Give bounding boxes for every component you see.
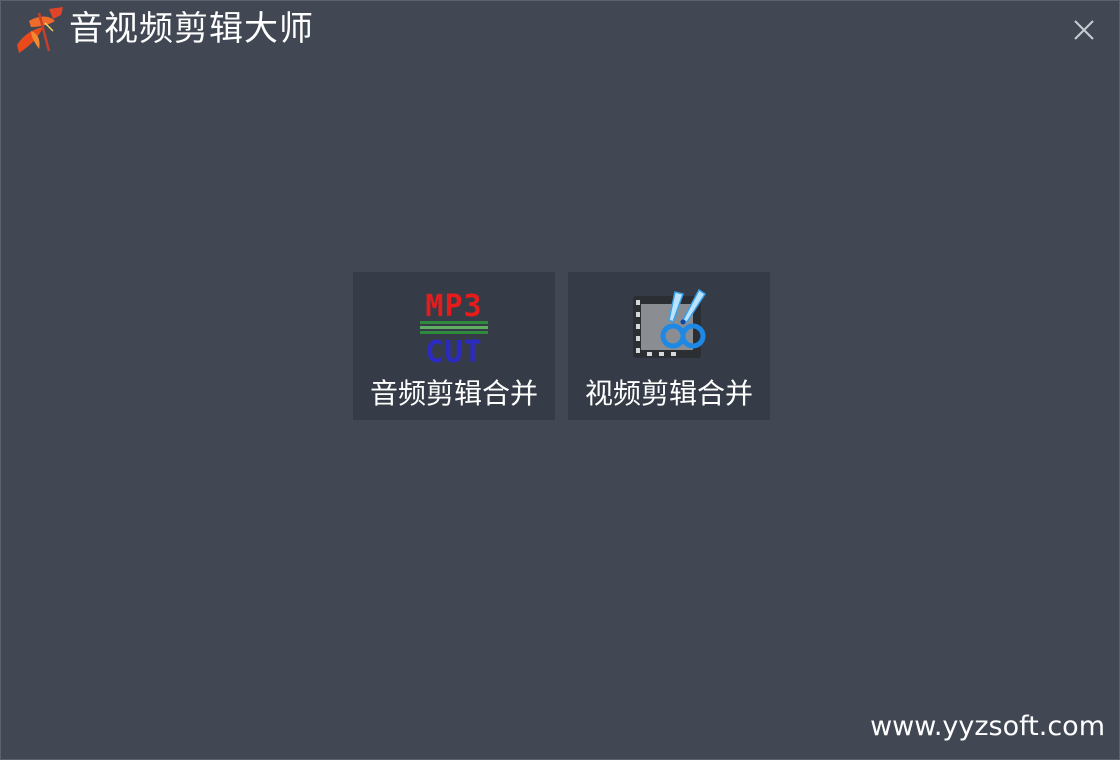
app-window: 音视频剪辑大师 MP3 CUT 音频剪辑合并 视频剪辑合并 www.yyzsof…: [0, 0, 1120, 760]
app-logo-icon: [17, 7, 63, 53]
mp3-cut-icon: MP3 CUT: [420, 289, 488, 366]
cut-icon-text: CUT: [425, 335, 482, 366]
mp3-icon-text: MP3: [425, 289, 482, 324]
film-scissors-icon: [633, 288, 707, 358]
video-cut-merge-button[interactable]: 视频剪辑合并: [568, 272, 770, 420]
audio-cut-merge-label: 音频剪辑合并: [369, 377, 538, 410]
app-title: 音视频剪辑大师: [69, 9, 314, 49]
title-bar[interactable]: 音视频剪辑大师: [1, 1, 1119, 59]
close-icon[interactable]: [1067, 13, 1101, 47]
audio-cut-merge-button[interactable]: MP3 CUT 音频剪辑合并: [353, 272, 555, 420]
function-tiles: MP3 CUT 音频剪辑合并 视频剪辑合并: [353, 272, 773, 420]
website-link[interactable]: www.yyzsoft.com: [861, 708, 1105, 746]
video-cut-merge-label: 视频剪辑合并: [584, 377, 753, 410]
